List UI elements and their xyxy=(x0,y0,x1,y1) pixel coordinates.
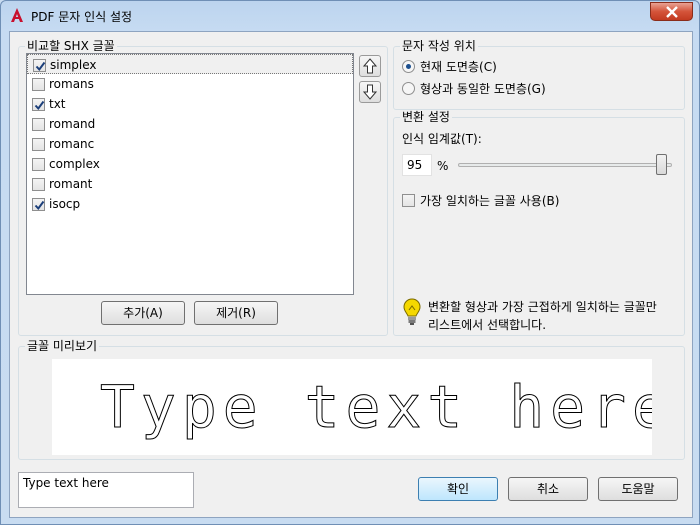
text-position-title: 문자 작성 위치 xyxy=(400,39,478,53)
tip-line-2: 리스트에서 선택합니다. xyxy=(428,318,547,332)
font-name: romand xyxy=(49,117,96,131)
shx-group-title: 비교할 SHX 글꼴 xyxy=(25,39,117,53)
font-list-item[interactable]: romanc xyxy=(27,134,353,154)
radio-dot xyxy=(406,64,411,69)
tip-line-1: 변환할 형상과 가장 근접하게 일치하는 글꼴만 xyxy=(428,300,657,314)
best-match-checkbox[interactable] xyxy=(402,194,415,207)
move-up-button[interactable] xyxy=(359,55,381,77)
font-list-item[interactable]: simplex xyxy=(27,54,353,74)
font-checkbox[interactable] xyxy=(32,178,45,191)
radio-same-layer[interactable] xyxy=(402,82,415,95)
title-bar[interactable]: PDF 문자 인식 설정 xyxy=(1,1,699,29)
conversion-settings-group: 변환 설정 인식 임계값(T): 95 % 가장 일치하는 글꼴 사용(B) 변… xyxy=(393,110,685,336)
font-checkbox[interactable] xyxy=(32,98,45,111)
ok-button[interactable]: 확인 xyxy=(418,477,498,501)
font-list-item[interactable]: romant xyxy=(27,174,353,194)
radio-current-layer-label[interactable]: 현재 도면층(C) xyxy=(420,60,497,74)
shx-font-group: 비교할 SHX 글꼴 simplex romans txt romand romanc c… xyxy=(18,39,388,336)
font-name: isocp xyxy=(49,197,81,211)
threshold-input[interactable]: 95 xyxy=(402,154,432,176)
font-list-item[interactable]: romand xyxy=(27,114,353,134)
threshold-label: 인식 임계값(T): xyxy=(402,132,482,146)
font-list-item[interactable]: romans xyxy=(27,74,353,94)
shx-font-list[interactable]: simplex romans txt romand romanc complex roman… xyxy=(26,53,354,295)
font-list-item[interactable]: txt xyxy=(27,94,353,114)
font-name: complex xyxy=(49,157,100,171)
font-preview-group: 글꼴 미리보기 Type text here xyxy=(18,339,685,460)
threshold-slider-thumb[interactable] xyxy=(656,154,668,175)
best-match-label[interactable]: 가장 일치하는 글꼴 사용(B) xyxy=(420,194,559,208)
help-button[interactable]: 도움말 xyxy=(598,477,678,501)
font-checkbox[interactable] xyxy=(32,138,45,151)
font-preview-canvas: Type text here xyxy=(52,359,668,455)
checkmark-icon xyxy=(34,100,45,111)
font-name: romans xyxy=(49,77,94,91)
autocad-logo-icon xyxy=(11,8,23,22)
preview-title: 글꼴 미리보기 xyxy=(25,339,100,353)
add-button[interactable]: 추가(A) xyxy=(101,301,185,325)
font-checkbox[interactable] xyxy=(32,158,45,171)
font-checkbox[interactable] xyxy=(33,59,46,72)
font-checkbox[interactable] xyxy=(32,118,45,131)
cancel-button[interactable]: 취소 xyxy=(508,477,588,501)
conversion-title: 변환 설정 xyxy=(400,110,452,124)
threshold-slider-track[interactable] xyxy=(458,163,672,167)
font-name: txt xyxy=(49,97,66,111)
font-name: romanc xyxy=(49,137,95,151)
radio-same-layer-label[interactable]: 형상과 동일한 도면층(G) xyxy=(420,82,546,96)
remove-button[interactable]: 제거(R) xyxy=(194,301,278,325)
font-checkbox[interactable] xyxy=(32,198,45,211)
text-position-group: 문자 작성 위치 현재 도면층(C) 형상과 동일한 도면층(G) xyxy=(393,39,685,110)
close-button[interactable] xyxy=(650,2,693,21)
close-icon xyxy=(666,6,678,18)
font-checkbox[interactable] xyxy=(32,78,45,91)
dialog-client: 비교할 SHX 글꼴 simplex romans txt romand romanc c… xyxy=(9,31,693,518)
window-title: PDF 문자 인식 설정 xyxy=(31,10,133,24)
preview-text-input[interactable]: Type text here xyxy=(18,472,194,508)
arrow-down-icon xyxy=(363,84,377,100)
font-list-item[interactable]: complex xyxy=(27,154,353,174)
preview-sample-text: Type text here xyxy=(100,373,652,441)
checkmark-icon xyxy=(35,61,46,72)
font-list-item[interactable]: isocp xyxy=(27,194,353,214)
move-down-button[interactable] xyxy=(359,81,381,103)
font-name: romant xyxy=(49,177,93,191)
checkmark-icon xyxy=(34,200,45,211)
threshold-unit: % xyxy=(437,159,449,173)
preview-svg: Type text here xyxy=(100,373,668,442)
font-name: simplex xyxy=(50,58,97,72)
radio-current-layer[interactable] xyxy=(402,60,415,73)
lightbulb-icon xyxy=(403,298,421,325)
arrow-up-icon xyxy=(363,58,377,74)
dialog-window: PDF 문자 인식 설정 비교할 SHX 글꼴 simplex romans txt… xyxy=(0,0,700,525)
